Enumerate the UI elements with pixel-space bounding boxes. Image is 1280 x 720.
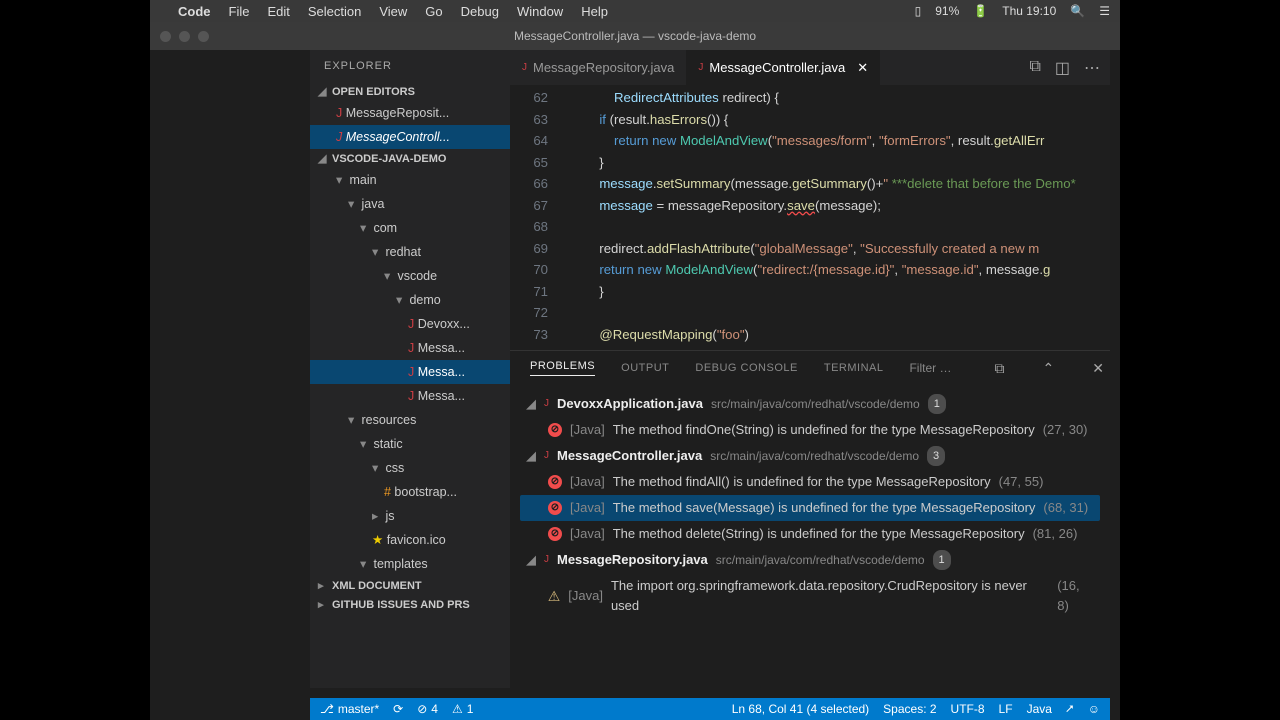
control-center-icon[interactable]: ☰ <box>1099 4 1110 18</box>
editor-tab[interactable]: JMessageController.java✕ <box>686 50 880 85</box>
menu-view[interactable]: View <box>379 4 407 19</box>
feedback-icon[interactable]: ⭧ <box>1066 702 1074 717</box>
tree-item[interactable]: ★ favicon.ico <box>310 528 510 552</box>
menu-debug[interactable]: Debug <box>461 4 499 19</box>
bottom-panel: PROBLEMS OUTPUT DEBUG CONSOLE TERMINAL Filt… <box>510 350 1110 688</box>
project-section[interactable]: ◢VSCODE-JAVA-DEMO <box>310 149 510 168</box>
open-editors-section[interactable]: ◢OPEN EDITORS <box>310 82 510 101</box>
open-editor-item[interactable]: J MessageReposit... <box>310 101 510 125</box>
problem-item[interactable]: ⚠ [Java] The import org.springframework.… <box>520 573 1100 619</box>
language[interactable]: Java <box>1027 702 1052 716</box>
clear-icon[interactable]: ⧉ <box>995 360 1005 377</box>
sync-icon[interactable]: ⟳ <box>393 702 403 716</box>
tree-item[interactable]: ▾ resources <box>310 408 510 432</box>
tree-item[interactable]: # bootstrap... <box>310 480 510 504</box>
git-branch[interactable]: ⎇ master* <box>320 702 379 716</box>
tree-item[interactable]: ▾ redhat <box>310 240 510 264</box>
macos-menubar: Code File Edit Selection View Go Debug Window H… <box>150 0 1120 22</box>
tree-item[interactable]: ▾ css <box>310 456 510 480</box>
clock: Thu 19:10 <box>1002 4 1056 18</box>
filter-input[interactable]: Filter by type or t... <box>909 361 956 375</box>
battery-pct: 91% <box>935 4 959 18</box>
split-icon[interactable]: ◫ <box>1055 58 1070 78</box>
tree-item[interactable]: ▸ js <box>310 504 510 528</box>
problem-item[interactable]: ⊘ [Java] The method save(Message) is und… <box>520 495 1100 521</box>
encoding[interactable]: UTF-8 <box>951 702 985 716</box>
menu-file[interactable]: File <box>229 4 250 19</box>
open-editor-item[interactable]: J MessageControll... <box>310 125 510 149</box>
menu-go[interactable]: Go <box>425 4 442 19</box>
eol[interactable]: LF <box>999 702 1013 716</box>
close-tab-icon[interactable]: ✕ <box>857 60 868 76</box>
close-dot[interactable] <box>160 31 171 42</box>
tree-item[interactable]: ▾ com <box>310 216 510 240</box>
tree-item[interactable]: ▾ templates <box>310 552 510 576</box>
explorer-title: EXPLORER <box>310 50 510 82</box>
tree-item[interactable]: J Devoxx... <box>310 312 510 336</box>
panel-tab-output[interactable]: OUTPUT <box>621 362 669 374</box>
tree-item[interactable]: J Messa... <box>310 384 510 408</box>
problem-file[interactable]: ◢J MessageController.java src/main/java/… <box>520 443 1100 469</box>
panel-tab-terminal[interactable]: TERMINAL <box>824 362 884 374</box>
tree-item[interactable]: ▾ demo <box>310 288 510 312</box>
search-icon[interactable]: 🔍 <box>1070 4 1085 18</box>
window-titlebar: MessageController.java — vscode-java-dem… <box>150 22 1120 50</box>
panel-tab-problems[interactable]: PROBLEMS <box>530 360 595 376</box>
problem-file[interactable]: ◢J MessageRepository.java src/main/java/… <box>520 547 1100 573</box>
cursor-pos[interactable]: Ln 68, Col 41 (4 selected) <box>732 702 869 716</box>
menu-edit[interactable]: Edit <box>267 4 289 19</box>
menu-selection[interactable]: Selection <box>308 4 361 19</box>
panel-tab-debug-console[interactable]: DEBUG CONSOLE <box>695 362 797 374</box>
indent[interactable]: Spaces: 2 <box>883 702 936 716</box>
bell-icon[interactable]: ☺ <box>1088 702 1100 716</box>
battery-shape-icon: 🔋 <box>973 4 988 18</box>
more-icon[interactable]: ⋯ <box>1084 58 1100 78</box>
window-title: MessageController.java — vscode-java-dem… <box>514 29 756 43</box>
collapse-icon[interactable]: ⌃ <box>1043 360 1055 377</box>
editor-tabbar: JMessageRepository.javaJMessageControlle… <box>510 50 1110 85</box>
tree-item[interactable]: J Messa... <box>310 360 510 384</box>
tree-item[interactable]: ▾ java <box>310 192 510 216</box>
code-editor[interactable]: 626364656667686970717273 RedirectAttribu… <box>510 85 1110 350</box>
editor-tab[interactable]: JMessageRepository.java <box>510 50 686 85</box>
problem-file[interactable]: ◢J DevoxxApplication.java src/main/java/… <box>520 391 1100 417</box>
menu-help[interactable]: Help <box>581 4 608 19</box>
error-count[interactable]: ⊘ 4 <box>417 702 438 716</box>
battery-icon: ▯ <box>915 4 922 18</box>
compare-icon[interactable]: ⧉ <box>1029 58 1040 78</box>
xml-section[interactable]: ▸XML DOCUMENT <box>310 576 510 595</box>
menu-window[interactable]: Window <box>517 4 563 19</box>
explorer-panel: EXPLORER ◢OPEN EDITORS J MessageReposit.… <box>310 50 510 688</box>
problem-item[interactable]: ⊘ [Java] The method findAll() is undefin… <box>520 469 1100 495</box>
tree-item[interactable]: ▾ main <box>310 168 510 192</box>
min-dot[interactable] <box>179 31 190 42</box>
close-panel-icon[interactable]: ✕ <box>1092 360 1104 377</box>
tree-item[interactable]: ▾ vscode <box>310 264 510 288</box>
max-dot[interactable] <box>198 31 209 42</box>
status-bar: ⎇ master* ⟳ ⊘ 4 ⚠ 1 Ln 68, Col 41 (4 sel… <box>310 698 1110 720</box>
tree-item[interactable]: J Messa... <box>310 336 510 360</box>
problem-item[interactable]: ⊘ [Java] The method findOne(String) is u… <box>520 417 1100 443</box>
github-section[interactable]: ▸GITHUB ISSUES AND PRS <box>310 595 510 614</box>
tree-item[interactable]: ▾ static <box>310 432 510 456</box>
warning-count[interactable]: ⚠ 1 <box>452 702 473 716</box>
problem-item[interactable]: ⊘ [Java] The method delete(String) is un… <box>520 521 1100 547</box>
app-name[interactable]: Code <box>178 4 211 19</box>
